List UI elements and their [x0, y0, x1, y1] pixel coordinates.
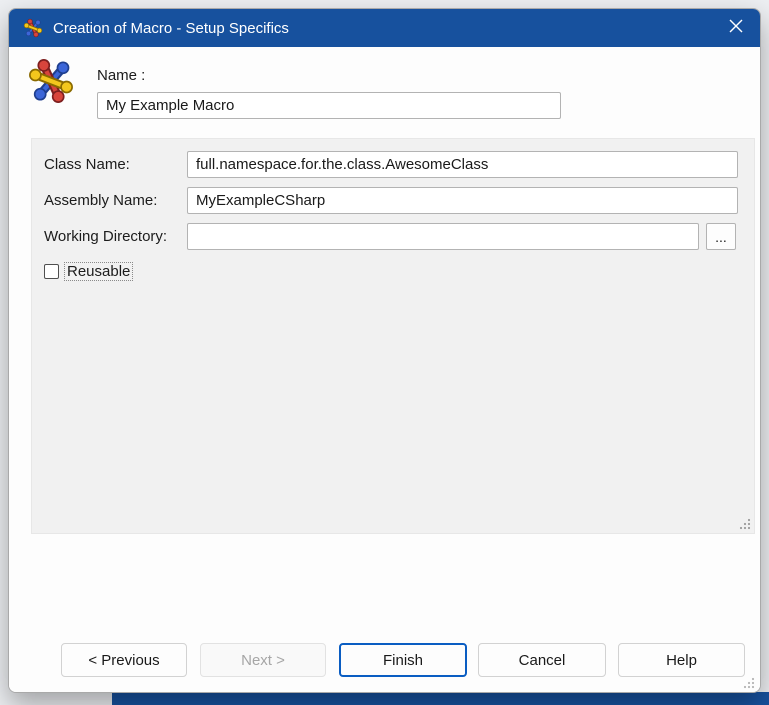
class-name-label: Class Name:	[44, 156, 130, 173]
window-resize-grip[interactable]	[742, 676, 755, 689]
reusable-checkbox-label[interactable]: Reusable	[63, 262, 134, 281]
previous-button[interactable]: < Previous	[61, 643, 187, 677]
macro-icon	[23, 18, 43, 38]
reusable-checkbox[interactable]	[44, 264, 59, 279]
dialog-creation-of-macro: Creation of Macro - Setup Specifics Name…	[8, 8, 761, 693]
name-label: Name :	[97, 67, 146, 84]
background-window-edge	[112, 692, 769, 705]
finish-button[interactable]: Finish	[339, 643, 467, 677]
titlebar[interactable]: Creation of Macro - Setup Specifics	[9, 9, 760, 47]
panel-resize-grip[interactable]	[738, 517, 751, 530]
help-button[interactable]: Help	[618, 643, 745, 677]
cancel-button[interactable]: Cancel	[478, 643, 606, 677]
close-icon	[729, 19, 743, 38]
setup-specifics-panel: Class Name: Assembly Name: Working Direc…	[31, 138, 755, 534]
macro-icon-large	[27, 57, 75, 105]
close-button[interactable]	[712, 9, 760, 47]
name-input[interactable]	[97, 92, 561, 119]
class-name-input[interactable]	[187, 151, 738, 178]
working-directory-label: Working Directory:	[44, 228, 168, 245]
browse-button[interactable]: ...	[706, 223, 736, 250]
next-button[interactable]: Next >	[200, 643, 326, 677]
window-title: Creation of Macro - Setup Specifics	[53, 19, 289, 37]
dialog-body: Name : Class Name: Assembly Name: Workin…	[9, 47, 760, 692]
assembly-name-input[interactable]	[187, 187, 738, 214]
working-directory-input[interactable]	[187, 223, 699, 250]
assembly-name-label: Assembly Name:	[44, 192, 158, 209]
